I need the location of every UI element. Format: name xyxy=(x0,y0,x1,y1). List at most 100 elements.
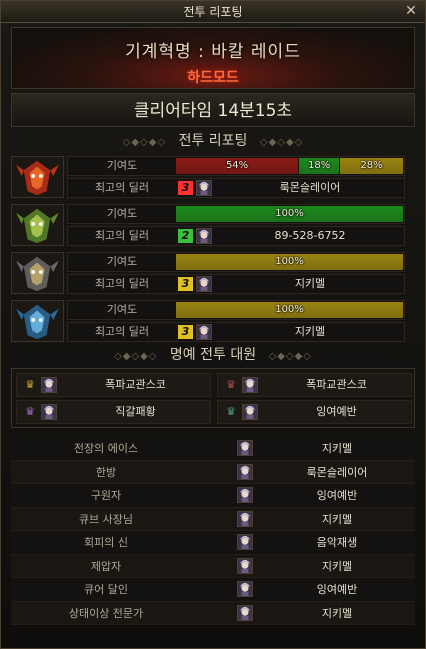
report-section-title: 전투 리포팅 xyxy=(178,133,248,149)
ornament-right: ◇◆◇◆◇ xyxy=(268,351,312,362)
metal-dragon-icon xyxy=(11,252,64,294)
ornament-left: ◇◆◇◆◇ xyxy=(114,351,158,362)
top-dealer-line: 최고의 딜러 3 지키멜 xyxy=(67,274,405,294)
avatar xyxy=(196,228,212,244)
top-dealer[interactable]: 2 89-528-6752 xyxy=(176,227,404,245)
avatar xyxy=(237,534,253,550)
party-row: 기여도 100% 최고의 딜러 2 89-528-6752 xyxy=(11,204,405,248)
raid-difficulty: 하드모드 xyxy=(187,70,239,86)
honor-member-name: 폭파교관스코 xyxy=(105,378,166,391)
avatar xyxy=(196,276,212,292)
honor-member[interactable]: ♛ 잉여예반 xyxy=(217,400,412,424)
contribution-segment: 28% xyxy=(340,158,404,174)
crown-icon: ♛ xyxy=(226,405,236,418)
top-dealer-line: 최고의 딜러 3 지키멜 xyxy=(67,322,405,342)
crown-icon: ♛ xyxy=(226,378,236,391)
raid-title: 기계혁명 : 바칼 레이드 xyxy=(125,42,301,62)
award-recipient: 음악재생 xyxy=(316,536,358,549)
contribution-segment: 100% xyxy=(176,206,404,222)
ornament-left: ◇◆◇◆◇ xyxy=(122,137,167,148)
dealer-name: 지키멜 xyxy=(294,277,326,290)
contribution-segment: 18% xyxy=(299,158,341,174)
fire-dragon-icon xyxy=(11,156,64,198)
honor-member-name: 잉여예반 xyxy=(316,405,357,418)
award-row[interactable]: 전장의 에이스 지키멜 xyxy=(11,437,415,461)
avatar xyxy=(41,377,57,393)
contribution-label: 기여도 xyxy=(106,303,138,316)
report-section-header: ◇◆◇◆◇ 전투 리포팅 ◇◆◇◆◇ xyxy=(11,130,415,152)
dealer-name: 89-528-6752 xyxy=(274,229,346,242)
ice-dragon-icon xyxy=(11,300,64,342)
party-row: 기여도 54% 18% 28% 최고의 딜러 3 룩몬슬레이어 xyxy=(11,156,405,200)
rank-badge: 3 xyxy=(178,277,193,291)
dealer-name: 지키멜 xyxy=(294,325,326,338)
avatar xyxy=(237,581,253,597)
award-title: 큐브 사장님 xyxy=(78,512,134,526)
avatar xyxy=(242,377,258,393)
avatar xyxy=(196,324,212,340)
top-dealer-label: 최고의 딜러 xyxy=(94,277,150,290)
avatar xyxy=(196,180,212,196)
award-recipient: 지키멜 xyxy=(321,442,353,455)
contribution-label: 기여도 xyxy=(106,207,138,220)
window-title: 전투 리포팅 xyxy=(183,5,243,19)
award-recipient: 룩몬슬레이어 xyxy=(306,465,368,479)
contribution-bar: 100% xyxy=(176,302,404,318)
award-row[interactable]: 상태이상 전문가 지키멜 xyxy=(11,601,415,625)
award-recipient: 지키멜 xyxy=(321,512,353,526)
crown-icon: ♛ xyxy=(25,405,35,418)
contribution-bar: 100% xyxy=(176,206,404,222)
close-icon[interactable]: ✕ xyxy=(403,3,419,19)
award-title: 구원자 xyxy=(90,489,122,502)
top-dealer[interactable]: 3 지키멜 xyxy=(176,275,404,293)
avatar xyxy=(237,557,253,574)
avatar xyxy=(237,463,253,480)
avatar xyxy=(237,510,253,527)
top-dealer-label: 최고의 딜러 xyxy=(94,229,150,242)
award-recipient: 잉여예반 xyxy=(316,489,358,502)
contribution-label: 기여도 xyxy=(106,255,138,268)
honor-section-header: ◇◆◇◆◇ 명예 전투 대원 ◇◆◇◆◇ xyxy=(11,344,415,366)
award-recipient: 잉여예반 xyxy=(316,583,358,596)
contribution-line: 기여도 100% xyxy=(67,300,405,320)
award-row[interactable]: 큐어 달인 잉여예반 xyxy=(11,578,415,602)
honor-member[interactable]: ♛ 직갈패황 xyxy=(16,400,211,424)
contribution-line: 기여도 54% 18% 28% xyxy=(67,156,405,176)
contribution-line: 기여도 100% xyxy=(67,204,405,224)
award-row[interactable]: 제압자 지키멜 xyxy=(11,554,415,578)
contribution-bar: 100% xyxy=(176,254,404,270)
contribution-segment: 100% xyxy=(176,254,404,270)
award-title: 상태이상 전문가 xyxy=(68,606,144,620)
contribution-segment: 100% xyxy=(176,302,404,318)
party-row: 기여도 100% 최고의 딜러 3 지키멜 xyxy=(11,252,405,296)
top-dealer-line: 최고의 딜러 3 룩몬슬레이어 xyxy=(67,178,405,198)
window-titlebar[interactable]: 전투 리포팅 ✕ xyxy=(1,1,425,23)
top-dealer[interactable]: 3 룩몬슬레이어 xyxy=(176,179,404,197)
award-row[interactable]: 회피의 신 음악재생 xyxy=(11,531,415,555)
contribution-label: 기여도 xyxy=(106,159,138,172)
honor-member[interactable]: ♛ 폭파교관스코 xyxy=(16,373,211,397)
raid-header: 기계혁명 : 바칼 레이드 하드모드 xyxy=(11,27,415,89)
battle-report-window: 전투 리포팅 ✕ 기계혁명 : 바칼 레이드 하드모드 클리어타임 14분15초… xyxy=(0,0,426,649)
contribution-segment: 54% xyxy=(176,158,300,174)
top-dealer-line: 최고의 딜러 2 89-528-6752 xyxy=(67,226,405,246)
top-dealer[interactable]: 3 지키멜 xyxy=(176,323,404,341)
award-recipient: 지키멜 xyxy=(321,559,353,573)
award-row[interactable]: 큐브 사장님 지키멜 xyxy=(11,507,415,531)
award-row[interactable]: 한방 룩몬슬레이어 xyxy=(11,460,415,484)
contribution-bar: 54% 18% 28% xyxy=(176,158,404,174)
crown-icon: ♛ xyxy=(25,378,35,391)
honor-section-title: 명예 전투 대원 xyxy=(169,347,257,363)
avatar xyxy=(237,440,253,456)
top-dealer-label: 최고의 딜러 xyxy=(94,181,150,194)
award-title: 제압자 xyxy=(90,559,122,573)
honor-member[interactable]: ♛ 폭파교관스코 xyxy=(217,373,412,397)
rank-badge: 3 xyxy=(178,325,193,339)
award-title: 한방 xyxy=(95,465,117,479)
top-dealer-label: 최고의 딜러 xyxy=(94,325,150,338)
award-title: 전장의 에이스 xyxy=(73,442,139,455)
awards-list: 전장의 에이스 지키멜 한방 룩몬슬레이어 구원자 잉여예반 큐브 사장님 지키멜 회피의 신음… xyxy=(11,437,415,625)
award-row[interactable]: 구원자 잉여예반 xyxy=(11,484,415,508)
clear-time: 클리어타임 14분15초 xyxy=(11,93,415,127)
honor-member-name: 직갈패황 xyxy=(115,405,156,418)
